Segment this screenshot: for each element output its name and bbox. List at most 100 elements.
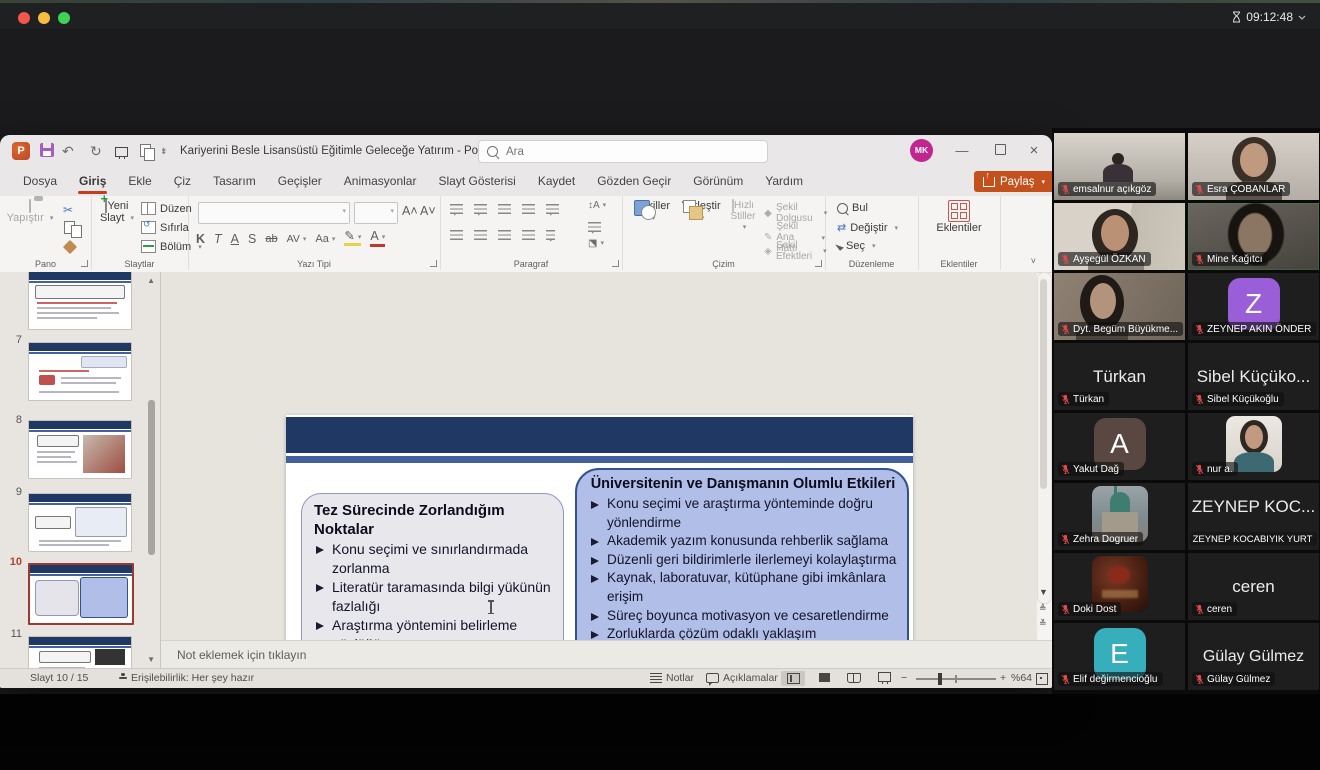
participant-tile-gulay[interactable]: Gülay Gülmez Gülay Gülmez [1188,623,1319,690]
participant-tile-zeynep-akin-onder[interactable]: Z ZEYNEP AKIN ÖNDER [1188,273,1319,340]
font-color-button[interactable]: A [370,230,385,247]
participant-tile-turkan[interactable]: Türkan Türkan [1054,343,1185,410]
slides-icon[interactable] [140,144,151,157]
text-shadow-button[interactable]: S [248,232,256,246]
select-button[interactable]: Seç [837,240,875,252]
redo-icon[interactable]: ↻ [90,135,102,167]
fit-to-window-icon[interactable] [1036,673,1048,685]
search-box[interactable] [478,140,768,163]
paste-button[interactable]: Yapıştır [6,200,54,224]
replace-button[interactable]: Değiştir [837,221,898,234]
text-direction-icon[interactable]: ↕A [588,200,606,211]
change-case-button[interactable]: Aa [315,233,335,245]
reset-button[interactable]: Sıfırla [141,221,189,234]
italic-button[interactable]: T [214,232,222,246]
thumbnail-slide-6[interactable] [28,272,132,330]
save-icon[interactable] [40,143,54,157]
tab-ekle[interactable]: Ekle [117,167,162,196]
reading-view-button[interactable] [842,671,866,686]
thumbnail-slide-10-selected[interactable] [28,563,134,625]
participant-tile-esra[interactable]: Esra ÇOBANLAR [1188,133,1319,200]
next-slide-icon[interactable]: ≚ [1039,618,1047,629]
tab-animasyonlar[interactable]: Animasyonlar [333,167,428,196]
maximize-traffic-light[interactable] [58,12,70,24]
menubar-clock-area[interactable]: 09:12:48 [1232,10,1306,24]
accessibility-status[interactable]: Erişilebilirlik: Her şey hazır [118,672,254,684]
tab-gecisler[interactable]: Geçişler [267,167,333,196]
tab-kaydet[interactable]: Kaydet [527,167,586,196]
justify-icon[interactable] [522,230,535,240]
thumbnail-slide-7[interactable] [28,342,132,401]
font-size-select[interactable] [354,202,398,224]
thumbnails-scroll-up-icon[interactable]: ▲ [147,276,155,285]
tab-yardim[interactable]: Yardım [754,167,814,196]
cut-icon[interactable] [63,201,73,219]
slide-sorter-view-button[interactable] [812,671,836,686]
participant-tile-sibel[interactable]: Sibel Küçüko... Sibel Küçükoğlu [1188,343,1319,410]
quick-access-customize-icon[interactable]: ⇟ [160,135,168,167]
participant-tile-begum[interactable]: Dyt. Begüm Büyükme... [1054,273,1185,340]
grow-font-button[interactable]: A˄ [402,204,418,218]
participant-tile-nur[interactable]: nur a. [1188,413,1319,480]
slideshow-view-button[interactable] [872,671,896,686]
scrollbar-thumb[interactable] [1040,279,1047,489]
maximize-window-button[interactable] [982,135,1018,167]
align-left-icon[interactable] [450,230,463,240]
participant-tile-zehra[interactable]: Zehra Dogruer [1054,483,1185,550]
zoom-level[interactable]: %64 [1011,672,1032,684]
search-input[interactable] [504,145,759,159]
close-window-button[interactable]: × [1016,135,1052,167]
highlight-button[interactable]: ✎ [344,231,361,246]
thumbnail-slide-11[interactable] [28,636,132,668]
decrease-indent-icon[interactable] [498,204,511,214]
copy-icon[interactable] [64,221,75,234]
font-name-select[interactable] [198,202,350,224]
quick-styles-button[interactable]: Hızlı Stiller [726,200,760,233]
start-slideshow-icon[interactable] [115,147,128,157]
participant-tile-aysegul[interactable]: Ayşegül ÖZKAN [1054,203,1185,270]
new-slide-button[interactable]: Yeni Slayt [97,200,137,224]
bold-button[interactable]: K [196,232,205,246]
character-spacing-button[interactable]: AV [287,233,307,245]
participant-tile-emsalnur[interactable]: emsalnur açıkgöz [1054,133,1185,200]
share-button[interactable]: Paylaş [974,171,1052,192]
thumbnails-scrollbar[interactable] [148,400,155,555]
minimize-window-button[interactable]: — [944,135,980,167]
normal-view-button[interactable] [781,671,805,686]
drawing-dialog-launcher[interactable] [815,260,822,267]
addins-button[interactable]: Eklentiler [930,200,988,234]
align-center-icon[interactable] [474,230,487,240]
tab-gorunum[interactable]: Görünüm [682,167,754,196]
bullets-icon[interactable] [450,204,463,214]
thumbnail-slide-9[interactable] [28,493,132,552]
align-text-icon[interactable] [588,222,601,232]
shapes-button[interactable]: Şekiller [630,200,674,224]
columns-icon[interactable] [546,230,555,240]
participant-tile-doki[interactable]: Doki Dost [1054,553,1185,620]
tab-giris[interactable]: Giriş [68,167,117,196]
format-painter-icon[interactable] [63,240,77,254]
find-button[interactable]: Bul [837,202,868,214]
line-spacing-icon[interactable] [546,204,559,214]
close-traffic-light[interactable] [18,12,30,24]
undo-icon[interactable]: ↶ [62,135,74,167]
participant-tile-ceren[interactable]: ceren ceren [1188,553,1319,620]
notes-pane[interactable]: Not eklemek için tıklayın [161,640,1052,669]
participant-tile-zeynep-kocabiyik[interactable]: ZEYNEP KOC... ZEYNEP KOCABIYIK YURT [1188,483,1319,550]
zoom-slider-thumb[interactable] [938,673,942,685]
participant-tile-yakut[interactable]: A Yakut Dağ [1054,413,1185,480]
align-right-icon[interactable] [498,230,511,240]
numbering-icon[interactable] [474,204,487,214]
previous-slide-icon[interactable]: ≜ [1039,603,1047,614]
underline-button[interactable]: A [231,232,239,246]
notes-toggle[interactable]: Notlar [650,672,694,684]
paragraph-dialog-launcher[interactable] [612,260,619,267]
thumbnails-scroll-down-icon[interactable]: ▼ [147,655,155,664]
scroll-down-icon[interactable]: ▼ [1039,587,1048,597]
zoom-in-button[interactable]: + [1000,672,1006,684]
clipboard-dialog-launcher[interactable] [81,260,88,267]
vertical-scrollbar[interactable] [1037,272,1052,604]
strikethrough-button[interactable]: ab [265,233,277,245]
increase-indent-icon[interactable] [522,204,535,214]
tab-slayt-gosterisi[interactable]: Slayt Gösterisi [427,167,526,196]
